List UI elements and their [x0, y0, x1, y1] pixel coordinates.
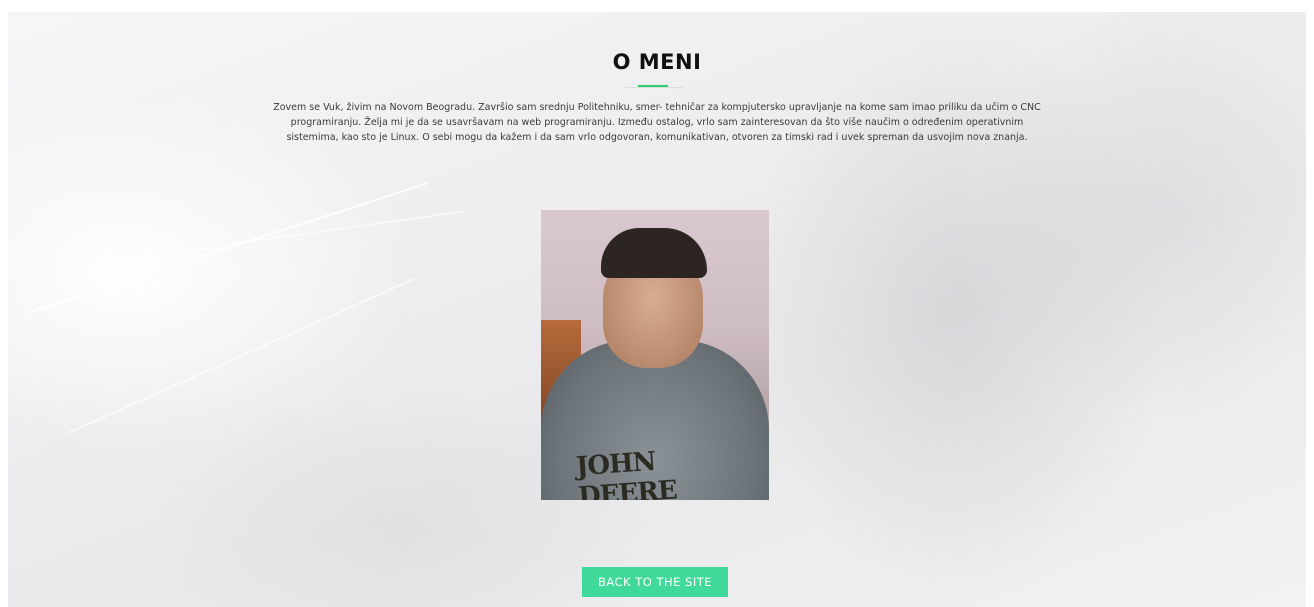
- title-divider-shadow: [623, 87, 683, 88]
- page-title: O MENI: [612, 50, 702, 74]
- title-divider: [638, 85, 668, 87]
- profile-photo: JOHN DEERE: [541, 210, 769, 500]
- about-text: Zovem se Vuk, živim na Novom Beogradu. Z…: [273, 102, 1041, 143]
- about-section: O MENI Zovem se Vuk, živim na Novom Beog…: [8, 12, 1306, 607]
- back-to-site-button[interactable]: BACK TO THE SITE: [582, 567, 728, 597]
